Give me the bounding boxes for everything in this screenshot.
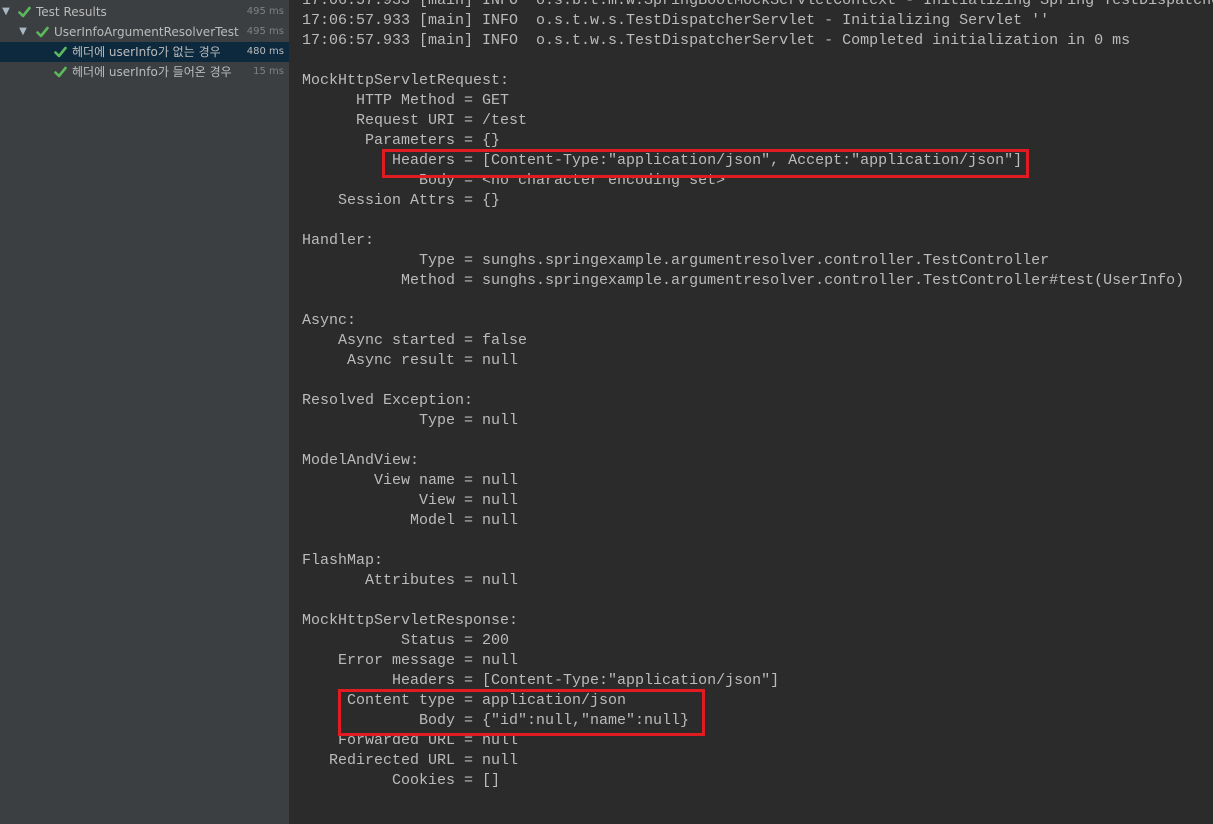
- console-line: ModelAndView:: [302, 452, 420, 469]
- console-line: Cookies = []: [302, 772, 501, 789]
- tree-node-label: Test Results: [36, 5, 107, 19]
- console-line: Handler:: [302, 232, 375, 249]
- console-line: Session Attrs = {}: [302, 192, 501, 209]
- console-line: 17:06:57.933 [main] INFO o.s.b.t.m.w.Spr…: [302, 0, 1213, 9]
- console-line: 17:06:57.933 [main] INFO o.s.t.w.s.TestD…: [302, 32, 1131, 49]
- response-body-highlight: [338, 689, 705, 736]
- console-line: Resolved Exception:: [302, 392, 474, 409]
- console-line: HTTP Method = GET: [302, 92, 510, 109]
- console-line: MockHttpServletRequest:: [302, 72, 510, 89]
- test-results-tree: ▼ Test Results 495 ms ▼ UserInfoArgumentReso…: [0, 0, 289, 824]
- console-line: Method = sunghs.springexample.argumentre…: [302, 272, 1185, 289]
- console-line: Type = sunghs.springexample.argumentreso…: [302, 252, 1050, 269]
- tree-node-label: UserInfoArgumentResolverTest: [54, 25, 239, 39]
- tree-node-test[interactable]: 헤더에 userInfo가 없는 경우 480 ms: [0, 42, 289, 62]
- console-line: Async result = null: [302, 352, 519, 369]
- console-line: View = null: [302, 492, 519, 509]
- console-line: Status = 200: [302, 632, 510, 649]
- tree-node-label: 헤더에 userInfo가 들어온 경우: [72, 65, 232, 79]
- tree-node-suite[interactable]: ▼ UserInfoArgumentResolverTest 495 ms: [0, 22, 289, 42]
- console-line: FlashMap:: [302, 552, 384, 569]
- console-output: 17:06:57.933 [main] INFO o.s.b.t.m.w.Spr…: [290, 0, 1213, 824]
- console-line: Headers = [Content-Type:"application/jso…: [302, 672, 780, 689]
- tree-node-label: 헤더에 userInfo가 없는 경우: [72, 45, 221, 59]
- tree-node-duration: 495 ms: [246, 26, 284, 37]
- console-text: 17:06:57.933 [main] INFO o.s.b.t.m.w.Spr…: [302, 0, 1213, 791]
- triangle-down-icon[interactable]: ▼: [0, 2, 12, 22]
- console-line: View name = null: [302, 472, 519, 489]
- console-line: Type = null: [302, 412, 519, 429]
- green-check-icon: [54, 62, 68, 82]
- console-line: Parameters = {}: [302, 132, 501, 149]
- green-check-icon: [36, 22, 50, 42]
- console-line: Request URI = /test: [302, 112, 528, 129]
- tree-node-suite[interactable]: ▼ Test Results 495 ms: [0, 2, 289, 22]
- request-headers-highlight: [382, 149, 1029, 178]
- console-line: Error message = null: [302, 652, 519, 669]
- green-check-icon: [18, 2, 32, 22]
- console-line: Model = null: [302, 512, 519, 529]
- tree-node-test[interactable]: 헤더에 userInfo가 들어온 경우 15 ms: [0, 62, 289, 82]
- console-line: Async started = false: [302, 332, 528, 349]
- console-line: Async:: [302, 312, 357, 329]
- tree-node-duration: 495 ms: [246, 6, 284, 17]
- triangle-down-icon[interactable]: ▼: [17, 22, 29, 42]
- tree-node-duration: 480 ms: [246, 46, 284, 57]
- green-check-icon: [54, 42, 68, 62]
- tree-node-duration: 15 ms: [253, 66, 284, 77]
- console-line: Attributes = null: [302, 572, 519, 589]
- console-line: 17:06:57.933 [main] INFO o.s.t.w.s.TestD…: [302, 12, 1050, 29]
- console-line: Redirected URL = null: [302, 752, 519, 769]
- console-line: MockHttpServletResponse:: [302, 612, 519, 629]
